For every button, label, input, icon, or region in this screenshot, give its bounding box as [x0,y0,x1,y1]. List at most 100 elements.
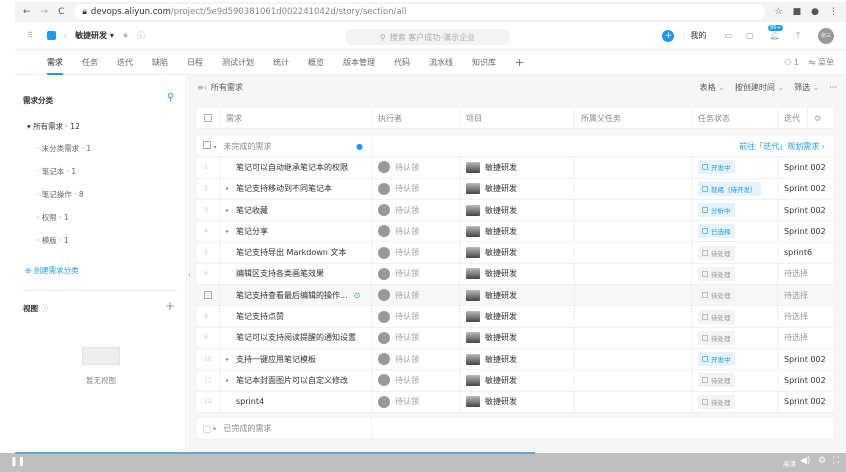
row-project[interactable]: 敏捷研发 [485,268,517,279]
address-bar[interactable]: 🔒︎ devops.aliyun.com/project/5e9d5903810… [74,4,765,20]
info-icon[interactable]: ⓘ [137,30,145,41]
table-row[interactable]: 6 编辑区支持各类画笔效果 待认领 敏捷研发 待处理 待选择 [197,263,833,286]
status-badge[interactable]: 分析中 [698,203,735,218]
select-all-checkbox[interactable] [204,114,212,123]
tab-schedule[interactable]: 日程 [187,50,203,75]
extension-icon[interactable]: ■ [793,7,802,17]
status-badge[interactable]: 开发中 [698,160,735,175]
plan-sprint-link[interactable]: 前往「迭代」规划需求 › [372,141,833,152]
table-row[interactable]: 10 ▸ 支持一键应用笔记模板 待认领 敏捷研发 开发中 Sprint 002 [197,348,833,371]
tab-versions[interactable]: 版本管理 [343,50,375,75]
star-icon[interactable]: ★ [122,31,129,40]
row-parent[interactable] [575,285,692,306]
row-parent[interactable] [575,370,692,391]
table-row[interactable]: 5 笔记支持导出 Markdown 文本 待认领 敏捷研发 待处理 sprint… [197,242,833,264]
status-badge[interactable]: 待处理 [698,330,735,345]
row-project[interactable]: 敏捷研发 [485,311,517,322]
calendar-icon[interactable]: ▭ [724,31,732,40]
settings-icon[interactable]: ⚙ [818,456,826,466]
group-checkbox[interactable] [203,140,211,149]
row-parent[interactable] [575,348,692,370]
row-title[interactable]: 笔记支持导出 Markdown 文本 [236,247,346,258]
group-row-open[interactable]: ▾ 未完成的需求 ● 前往「迭代」规划需求 › [197,136,833,158]
row-assignee[interactable]: 待认领 [395,311,419,322]
row-assignee[interactable]: 待认领 [395,290,419,301]
row-sprint[interactable]: Sprint 002 [778,221,833,241]
column-header-status[interactable]: 任务状态 [692,108,778,129]
column-header-project[interactable]: 项目 [460,108,575,129]
row-title[interactable]: 笔记可以自动继承笔记本的权限 [236,162,348,173]
row-parent[interactable] [575,178,692,199]
status-badge[interactable]: 开发中 [698,352,735,367]
row-assignee[interactable]: 待认领 [395,183,419,194]
row-title[interactable]: 笔记支持移动到不同笔记本 [236,183,332,194]
my-menu[interactable]: 我的 [690,30,706,41]
volume-icon[interactable]: ◀) [800,456,810,466]
expand-icon[interactable]: ▸ [226,356,236,363]
row-assignee[interactable]: 待认领 [395,268,419,279]
row-parent[interactable] [575,327,692,348]
table-row[interactable]: 3 ▸ 笔记收藏 待认领 敏捷研发 分析中 Sprint 002 [197,199,833,222]
project-switcher[interactable]: 敏捷研发 ▾ [75,30,114,41]
row-assignee[interactable]: 待认领 [395,226,419,237]
category-item[interactable]: · 模版 · 1 [37,235,69,246]
row-parent[interactable] [575,263,692,285]
category-item[interactable]: · 笔记操作 · 8 [37,189,84,200]
members-button[interactable]: ⚇ 1 [784,58,799,67]
expand-icon[interactable]: ▸ [226,207,236,214]
row-parent[interactable] [575,221,692,242]
expand-icon[interactable]: ▸ [226,185,236,192]
back-icon[interactable]: ← [23,7,31,17]
add-circle-icon[interactable]: ● [356,142,363,151]
row-title[interactable]: 笔记可以支持阅读提醒的通知设置 [236,332,356,343]
row-parent[interactable] [575,157,692,178]
row-project[interactable]: 敏捷研发 [485,183,517,194]
column-settings-icon[interactable]: ⚙ [808,108,833,128]
row-title[interactable]: sprint4 [236,397,264,406]
status-badge[interactable]: 已选择 [698,224,735,239]
tab-bugs[interactable]: 缺陷 [152,50,168,75]
row-project[interactable]: 敏捷研发 [485,396,517,407]
tab-code[interactable]: 代码 [394,50,410,75]
row-assignee[interactable]: 待认领 [395,375,419,386]
row-assignee[interactable]: 待认领 [395,354,419,365]
expand-icon[interactable]: ▸ [226,377,236,384]
tab-stats[interactable]: 统计 [273,50,289,75]
row-sprint[interactable]: Sprint 002 [778,200,833,220]
row-sprint[interactable]: 待选择 [778,328,833,348]
message-icon[interactable]: ▢ [746,31,754,40]
add-subtask-icon[interactable]: ⊙ [354,291,361,300]
tab-test-plan[interactable]: 测试计划 [222,50,254,75]
tab-sprints[interactable]: 迭代 [117,50,133,75]
status-badge[interactable]: 待处理 [698,288,735,303]
table-row[interactable]: 4 ▸ 笔记分享 待认领 敏捷研发 已选择 Sprint 002 [197,221,833,243]
add-tab-icon[interactable]: + [515,50,524,75]
row-parent[interactable] [575,391,692,412]
status-badge[interactable]: 待处理 [698,373,735,388]
row-project[interactable]: 敏捷研发 [485,247,517,258]
quality-button[interactable]: 高清 [783,458,796,468]
table-row[interactable]: 1 笔记可以自动继承笔记本的权限 待认领 敏捷研发 开发中 Sprint 002 [197,157,833,179]
row-title[interactable]: 编辑区支持各类画笔效果 [236,268,324,279]
collapse-sidebar-icon[interactable]: ≡‹ [197,83,207,92]
sort-dropdown[interactable]: 按创建时间 ⌄ [735,82,784,93]
row-assignee[interactable]: 待认领 [395,332,419,343]
row-project[interactable]: 敏捷研发 [485,354,517,365]
table-row[interactable]: 9 笔记可以支持阅读提醒的通知设置 待认领 敏捷研发 待处理 待选择 [197,327,833,349]
group-row-done[interactable]: ▸ 已完成的需求 [197,418,833,440]
row-sprint[interactable]: sprint6 [778,242,833,262]
row-parent[interactable] [575,306,692,327]
apps-grid-icon[interactable]: ⠿ [27,31,33,40]
menu-button[interactable]: ⇋ 菜单 [809,57,834,68]
fullscreen-icon[interactable]: ⛶ [833,456,839,466]
tab-wiki[interactable]: 知识库 [472,50,496,75]
create-category-button[interactable]: ⊕ 创建需求分类 [25,265,79,276]
status-badge[interactable]: 待处理 [698,309,735,324]
group-checkbox[interactable] [203,424,211,433]
row-sprint[interactable]: 待选择 [778,306,833,326]
row-project[interactable]: 敏捷研发 [485,332,517,343]
category-item[interactable]: · 笔记本 · 1 [37,166,76,177]
help-icon[interactable]: ? [796,31,800,40]
row-project[interactable]: 敏捷研发 [485,226,517,237]
row-sprint[interactable]: Sprint 002 [778,157,833,177]
